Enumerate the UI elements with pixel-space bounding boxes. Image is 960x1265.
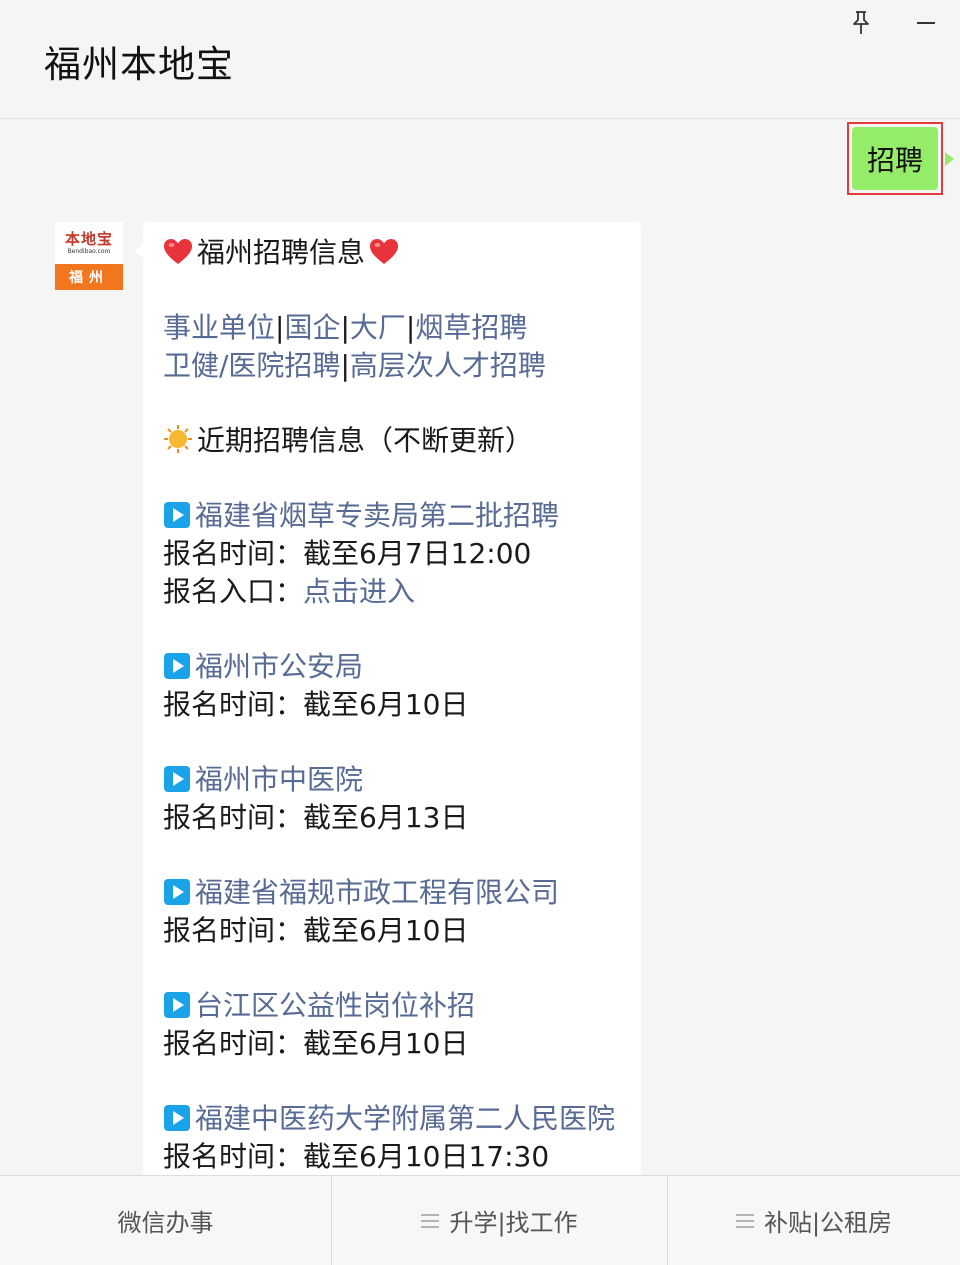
reply-heading: 福州招聘信息 bbox=[197, 236, 366, 269]
user-message-text: 招聘 bbox=[866, 143, 923, 177]
job-time-label: 报名时间： bbox=[163, 1027, 304, 1060]
category-links-row1: 事业单位|国企|大厂|烟草招聘 bbox=[163, 311, 528, 344]
user-bubble-tail bbox=[945, 152, 954, 166]
bottom-menu: 微信办事 升学|找工作 补贴|公租房 bbox=[0, 1175, 960, 1265]
play-icon bbox=[164, 879, 190, 905]
avatar[interactable]: 本地宝 Bendibao.com 福州 bbox=[55, 222, 123, 290]
job-time-label: 报名时间： bbox=[163, 801, 304, 834]
job-title-line: 福建省福规市政工程有限公司 bbox=[163, 874, 623, 912]
category-link-yancao[interactable]: 烟草招聘 bbox=[415, 311, 527, 344]
avatar-brand: 本地宝 bbox=[64, 229, 113, 248]
play-icon bbox=[164, 502, 190, 528]
category-link-guoqi[interactable]: 国企 bbox=[284, 311, 340, 344]
user-message-bubble[interactable]: 招聘 bbox=[852, 127, 938, 190]
job-title-line: 福建中医药大学附属第二人民医院 bbox=[163, 1100, 623, 1138]
reply-heading-line: 福州招聘信息 bbox=[163, 234, 623, 272]
menu-tab-subsidy-housing[interactable]: 补贴|公租房 bbox=[667, 1176, 960, 1265]
job-time-value: 截至6月10日 bbox=[303, 1027, 469, 1060]
job-time-line: 报名时间：截至6月10日 bbox=[163, 686, 623, 724]
menu-tab-label: 升学|找工作 bbox=[449, 1209, 578, 1237]
menu-tab-label: 微信办事 bbox=[117, 1209, 214, 1237]
chat-title: 福州本地宝 bbox=[44, 43, 234, 86]
job-link[interactable]: 福建中医药大学附属第二人民医院 bbox=[195, 1102, 615, 1135]
job-title-line: 台江区公益性岗位补招 bbox=[163, 987, 623, 1025]
play-icon bbox=[164, 1105, 190, 1131]
reply-bubble: 福州招聘信息 事业单位|国企|大厂|烟草招聘 卫健/医院招聘|高层次人才招聘 近… bbox=[134, 222, 641, 1175]
recent-heading-line: 近期招聘信息（不断更新） bbox=[163, 422, 623, 460]
job-time-value: 截至6月7日12:00 bbox=[303, 537, 532, 570]
job-time-line: 报名时间：截至6月10日 bbox=[163, 912, 623, 950]
job-link[interactable]: 福州市公安局 bbox=[195, 650, 363, 683]
job-time-label: 报名时间： bbox=[163, 688, 304, 721]
pin-button[interactable] bbox=[846, 8, 876, 38]
avatar-logo: 本地宝 Bendibao.com bbox=[55, 222, 123, 264]
job-entry-label: 报名入口： bbox=[163, 575, 304, 608]
menu-tab-label: 补贴|公租房 bbox=[763, 1209, 893, 1237]
menu-icon bbox=[421, 1213, 440, 1228]
job-time-line: 报名时间：截至6月13日 bbox=[163, 799, 623, 837]
job-time-value: 截至6月10日 bbox=[303, 688, 469, 721]
menu-icon bbox=[735, 1213, 754, 1228]
job-time-line: 报名时间：截至6月10日17:30 bbox=[163, 1138, 623, 1175]
category-link-dachang[interactable]: 大厂 bbox=[350, 311, 406, 344]
reply-bubble-tail bbox=[134, 244, 143, 258]
category-links-row2: 卫健/医院招聘|高层次人才招聘 bbox=[163, 349, 546, 382]
job-link[interactable]: 福州市中医院 bbox=[195, 763, 363, 796]
job-time-label: 报名时间： bbox=[163, 537, 304, 570]
avatar-url: Bendibao.com bbox=[67, 247, 111, 255]
job-time-label: 报名时间： bbox=[163, 1140, 304, 1173]
job-time-value: 截至6月10日 bbox=[303, 914, 469, 947]
job-time-label: 报名时间： bbox=[163, 914, 304, 947]
job-time-value: 截至6月10日17:30 bbox=[303, 1140, 550, 1173]
job-link[interactable]: 台江区公益性岗位补招 bbox=[195, 989, 475, 1022]
job-entry-link[interactable]: 点击进入 bbox=[303, 575, 415, 608]
job-time-line: 报名时间：截至6月7日12:00 bbox=[163, 535, 623, 573]
sun-icon bbox=[164, 425, 192, 453]
job-link[interactable]: 福建省福规市政工程有限公司 bbox=[195, 876, 559, 909]
heart-icon bbox=[370, 239, 399, 264]
minimize-icon bbox=[917, 22, 935, 24]
job-link[interactable]: 福建省烟草专卖局第二批招聘 bbox=[195, 499, 559, 532]
category-link-shiye[interactable]: 事业单位 bbox=[163, 311, 275, 344]
play-icon bbox=[164, 766, 190, 792]
job-title-line: 福州市公安局 bbox=[163, 648, 623, 686]
job-entry-line: 报名入口：点击进入 bbox=[163, 573, 623, 611]
recent-heading: 近期招聘信息（不断更新） bbox=[197, 424, 534, 457]
pin-icon bbox=[853, 11, 869, 34]
play-icon bbox=[164, 653, 190, 679]
minimize-button[interactable] bbox=[911, 8, 941, 38]
chat-header: 福州本地宝 bbox=[0, 0, 960, 119]
menu-tab-school-job[interactable]: 升学|找工作 bbox=[331, 1176, 667, 1265]
user-message-highlight: 招聘 bbox=[847, 122, 943, 195]
avatar-city: 福州 bbox=[55, 264, 123, 290]
chat-area[interactable]: 招聘 本地宝 Bendibao.com 福州 福州招聘信息 事业单位|国企|大厂… bbox=[0, 119, 960, 1175]
job-time-value: 截至6月13日 bbox=[303, 801, 469, 834]
menu-tab-wechat-service[interactable]: 微信办事 bbox=[0, 1176, 331, 1265]
category-link-talent[interactable]: 高层次人才招聘 bbox=[350, 349, 546, 382]
heart-icon bbox=[164, 239, 192, 264]
job-title-line: 福建省烟草专卖局第二批招聘 bbox=[163, 497, 623, 535]
job-title-line: 福州市中医院 bbox=[163, 761, 623, 799]
category-link-weijian[interactable]: 卫健/医院招聘 bbox=[163, 349, 340, 382]
job-time-line: 报名时间：截至6月10日 bbox=[163, 1025, 623, 1063]
play-icon bbox=[164, 992, 190, 1018]
